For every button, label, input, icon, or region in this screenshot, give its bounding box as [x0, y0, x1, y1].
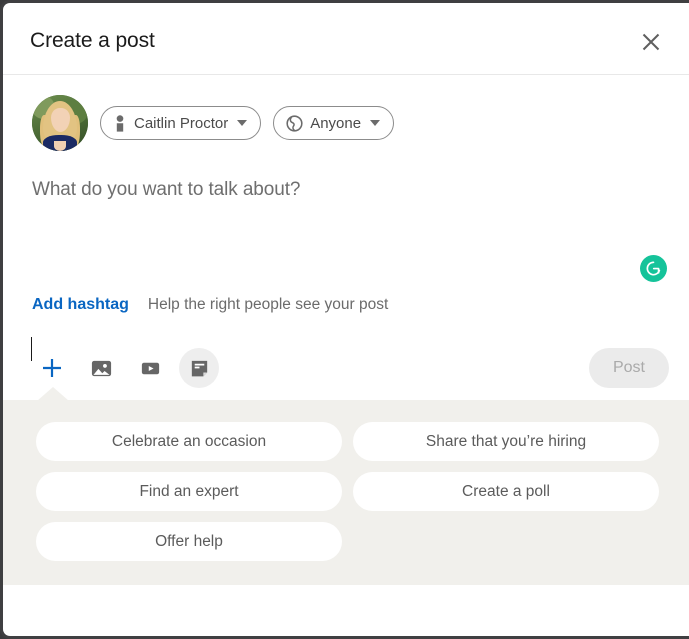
document-icon	[188, 357, 211, 380]
add-hashtag-link[interactable]: Add hashtag	[32, 296, 129, 314]
person-icon	[113, 114, 127, 132]
suggestion-chip[interactable]: Find an expert	[36, 472, 342, 511]
avatar[interactable]	[32, 95, 88, 151]
suggestion-panel: Celebrate an occasion Share that you’re …	[3, 387, 689, 585]
dialog-header: Create a post	[3, 3, 689, 75]
video-icon	[139, 357, 162, 380]
add-content-button[interactable]	[32, 348, 72, 388]
globe-icon	[286, 114, 303, 132]
suggestion-chip-grid: Celebrate an occasion Share that you’re …	[36, 422, 659, 561]
grammarly-icon[interactable]	[640, 255, 667, 282]
write-article-button[interactable]	[179, 348, 219, 388]
compose-area[interactable]: What do you want to talk about?	[3, 151, 689, 361]
post-button[interactable]: Post	[589, 348, 669, 388]
panel-caret	[37, 387, 69, 401]
visibility-selector[interactable]: Anyone	[273, 106, 395, 140]
chevron-down-icon	[370, 120, 381, 126]
close-icon	[640, 31, 662, 53]
page-title: Create a post	[30, 29, 155, 52]
suggestion-chip[interactable]: Create a poll	[353, 472, 659, 511]
add-video-button[interactable]	[130, 348, 170, 388]
compose-toolbar: Post	[3, 336, 689, 400]
create-post-dialog: Create a post Caitlin Proctor Anyone Wha…	[0, 0, 689, 639]
image-icon	[90, 357, 113, 380]
avatar-collar	[54, 141, 66, 151]
suggestion-chip[interactable]: Celebrate an occasion	[36, 422, 342, 461]
identity-row: Caitlin Proctor Anyone	[3, 75, 689, 151]
hashtag-hint: Help the right people see your post	[147, 296, 389, 313]
chevron-down-icon	[237, 120, 248, 126]
plus-icon	[40, 356, 64, 380]
author-name: Caitlin Proctor	[134, 114, 229, 132]
close-button[interactable]	[633, 24, 669, 60]
author-selector[interactable]: Caitlin Proctor	[100, 106, 262, 140]
post-text-placeholder: What do you want to talk about?	[32, 179, 301, 200]
visibility-label: Anyone	[310, 114, 362, 132]
suggestion-chip[interactable]: Offer help	[36, 522, 342, 561]
suggestion-chip[interactable]: Share that you’re hiring	[353, 422, 659, 461]
add-photo-button[interactable]	[81, 348, 121, 388]
hashtag-row: Add hashtag Help the right people see yo…	[3, 296, 689, 336]
